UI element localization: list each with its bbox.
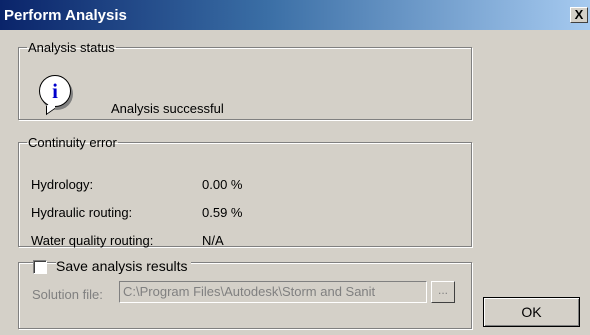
continuity-error-group: Continuity error Hydrology: 0.00 % Hydra… — [18, 135, 472, 248]
analysis-status-group: Analysis status i Analysis successful — [18, 40, 472, 120]
save-results-checkbox[interactable] — [33, 260, 47, 274]
info-icon: i — [39, 75, 71, 107]
browse-button[interactable]: ... — [431, 281, 455, 303]
hydrology-label: Hydrology: — [31, 177, 94, 192]
ok-button[interactable]: OK — [483, 297, 580, 327]
perform-analysis-dialog: Perform Analysis X Analysis status i Ana… — [0, 0, 590, 335]
title-bar[interactable]: Perform Analysis X — [0, 0, 590, 30]
hydraulic-routing-label: Hydraulic routing: — [31, 205, 133, 220]
close-button[interactable]: X — [570, 7, 588, 23]
status-message: Analysis successful — [111, 101, 224, 116]
solution-file-input[interactable]: C:\Program Files\Autodesk\Storm and Sani… — [119, 281, 427, 303]
solution-file-label: Solution file: — [32, 287, 103, 302]
analysis-status-legend: Analysis status — [28, 40, 115, 55]
water-quality-routing-value: N/A — [202, 233, 224, 248]
save-results-label[interactable]: Save analysis results — [56, 258, 191, 274]
hydrology-value: 0.00 % — [202, 177, 243, 192]
continuity-error-legend: Continuity error — [28, 135, 117, 150]
water-quality-routing-label: Water quality routing: — [31, 233, 154, 248]
close-icon: X — [574, 7, 584, 22]
hydraulic-routing-value: 0.59 % — [202, 205, 243, 220]
save-results-group: Save analysis results Solution file: C:\… — [18, 258, 472, 329]
window-title: Perform Analysis — [4, 7, 127, 24]
